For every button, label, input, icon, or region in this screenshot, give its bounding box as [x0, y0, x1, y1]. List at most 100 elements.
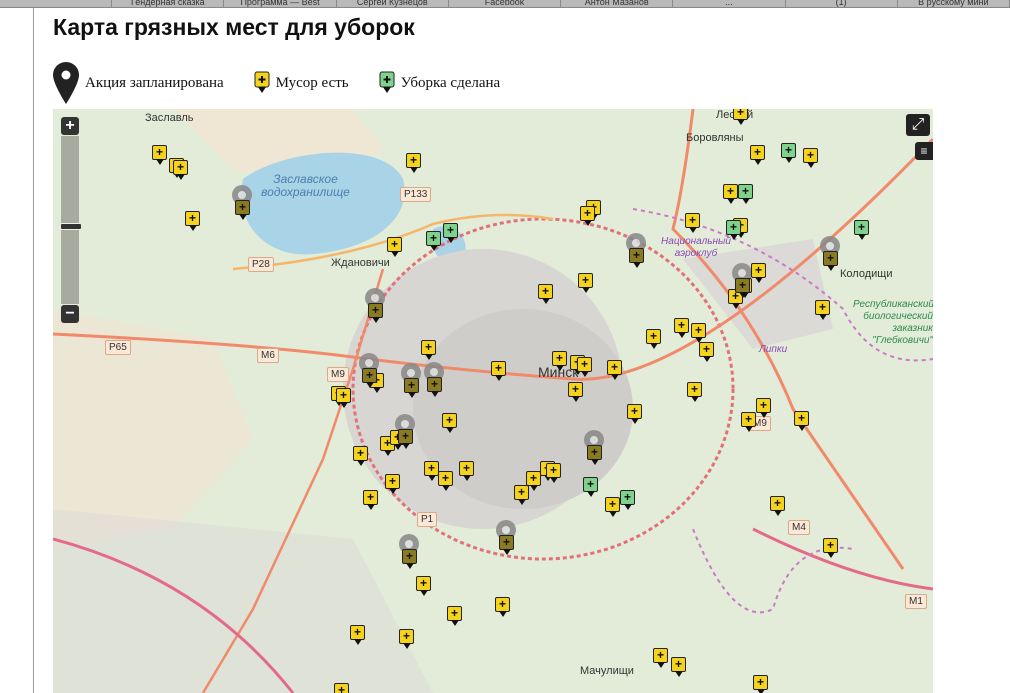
cleaned-marker[interactable]: +: [854, 220, 869, 240]
browser-tab[interactable]: [0, 0, 113, 7]
trash-marker[interactable]: +: [350, 625, 365, 645]
planned-marker[interactable]: +: [404, 378, 419, 398]
trash-marker[interactable]: +: [753, 675, 768, 693]
trash-marker[interactable]: +: [578, 273, 593, 293]
road-shield: P1: [417, 512, 438, 527]
trash-marker[interactable]: +: [674, 318, 689, 338]
cleaned-marker[interactable]: +: [781, 143, 796, 163]
trash-marker[interactable]: +: [546, 463, 561, 483]
trash-marker[interactable]: +: [416, 576, 431, 596]
browser-tab[interactable]: (1): [786, 0, 898, 7]
road-shield: M6: [257, 348, 279, 363]
trash-marker[interactable]: +: [353, 446, 368, 466]
trash-marker[interactable]: +: [514, 485, 529, 505]
trash-marker[interactable]: +: [815, 300, 830, 320]
trash-marker[interactable]: +: [685, 213, 700, 233]
map[interactable]: Заславль Заславское водохранилище Жданов…: [53, 109, 933, 693]
browser-tab[interactable]: Facebook: [449, 0, 562, 7]
trash-marker[interactable]: +: [733, 109, 748, 125]
trash-marker[interactable]: +: [723, 184, 738, 204]
browser-tab[interactable]: В русскому мини: [898, 0, 1010, 7]
trash-marker[interactable]: +: [424, 461, 439, 481]
trash-marker[interactable]: +: [459, 461, 474, 481]
place-label: Ждановичи: [331, 257, 390, 269]
browser-tab[interactable]: ...: [673, 0, 786, 7]
planned-marker[interactable]: +: [499, 535, 514, 555]
planned-marker[interactable]: +: [629, 248, 644, 268]
map-tiles[interactable]: [53, 109, 933, 693]
trash-marker[interactable]: +: [756, 398, 771, 418]
browser-tab[interactable]: Гендерная сказка: [112, 0, 225, 7]
trash-marker[interactable]: +: [577, 357, 592, 377]
planned-marker[interactable]: +: [735, 278, 750, 298]
browser-tab[interactable]: Программа — Best: [224, 0, 337, 7]
trash-marker[interactable]: +: [646, 329, 661, 349]
planned-marker[interactable]: +: [362, 368, 377, 388]
trash-marker[interactable]: +: [794, 411, 809, 431]
trash-marker[interactable]: +: [399, 629, 414, 649]
divider: [33, 8, 34, 693]
zoom-out-button[interactable]: −: [61, 305, 79, 323]
zoom-in-button[interactable]: +: [61, 117, 79, 135]
cleaned-marker[interactable]: +: [738, 184, 753, 204]
trash-marker[interactable]: +: [687, 382, 702, 402]
trash-marker[interactable]: +: [653, 648, 668, 668]
trash-marker[interactable]: +: [495, 597, 510, 617]
trash-marker[interactable]: +: [442, 413, 457, 433]
trash-marker[interactable]: +: [526, 471, 541, 491]
zoom-slider-handle[interactable]: [60, 223, 82, 230]
planned-marker[interactable]: +: [823, 251, 838, 271]
trash-marker[interactable]: +: [751, 263, 766, 283]
trash-marker[interactable]: +: [699, 342, 714, 362]
trash-marker[interactable]: +: [334, 683, 349, 693]
trash-marker[interactable]: +: [671, 657, 686, 677]
trash-marker[interactable]: +: [387, 237, 402, 257]
trash-marker[interactable]: +: [152, 145, 167, 165]
trash-marker[interactable]: +: [627, 404, 642, 424]
trash-marker[interactable]: +: [568, 382, 583, 402]
browser-tab[interactable]: Сергей Кузнецов: [337, 0, 449, 7]
trash-marker[interactable]: +: [803, 148, 818, 168]
road-shield: M1: [905, 594, 927, 609]
cleaned-marker[interactable]: +: [426, 231, 441, 251]
trash-marker[interactable]: +: [691, 323, 706, 343]
layers-button[interactable]: ≡: [915, 142, 933, 160]
planned-marker[interactable]: +: [587, 445, 602, 465]
zoom-slider[interactable]: [60, 136, 82, 304]
zoom-control: + −: [60, 117, 82, 323]
trash-marker[interactable]: +: [406, 153, 421, 173]
trash-marker[interactable]: +: [823, 538, 838, 558]
cleaned-marker[interactable]: +: [443, 223, 458, 243]
trash-marker[interactable]: +: [185, 211, 200, 231]
trash-marker[interactable]: +: [173, 160, 188, 180]
planned-marker[interactable]: +: [427, 377, 442, 397]
planned-marker[interactable]: +: [402, 549, 417, 569]
trash-marker[interactable]: +: [421, 340, 436, 360]
cleaned-marker[interactable]: +: [620, 490, 635, 510]
trash-marker[interactable]: +: [438, 471, 453, 491]
legend: Акция запланирована Мусор есть Уборка сд…: [53, 62, 530, 104]
page-title: Карта грязных мест для уборок: [53, 14, 415, 40]
planned-marker[interactable]: +: [398, 429, 413, 449]
trash-marker[interactable]: +: [580, 206, 595, 226]
trash-marker[interactable]: +: [363, 490, 378, 510]
trash-marker[interactable]: +: [336, 388, 351, 408]
yellow-marker-icon: [254, 71, 270, 93]
trash-marker[interactable]: +: [552, 351, 567, 371]
trash-marker[interactable]: +: [447, 606, 462, 626]
trash-marker[interactable]: +: [385, 474, 400, 494]
planned-marker[interactable]: +: [235, 200, 250, 220]
trash-marker[interactable]: +: [605, 497, 620, 517]
trash-marker[interactable]: +: [770, 496, 785, 516]
cleaned-marker[interactable]: +: [726, 220, 741, 240]
trash-marker[interactable]: +: [538, 284, 553, 304]
trash-marker[interactable]: +: [491, 361, 506, 381]
place-label: Заславль: [145, 112, 194, 124]
fullscreen-button[interactable]: ⤢: [906, 114, 930, 136]
trash-marker[interactable]: +: [750, 145, 765, 165]
trash-marker[interactable]: +: [607, 360, 622, 380]
planned-marker[interactable]: +: [368, 303, 383, 323]
trash-marker[interactable]: +: [741, 412, 756, 432]
browser-tab[interactable]: Антон Мазанов: [561, 0, 674, 7]
cleaned-marker[interactable]: +: [583, 477, 598, 497]
